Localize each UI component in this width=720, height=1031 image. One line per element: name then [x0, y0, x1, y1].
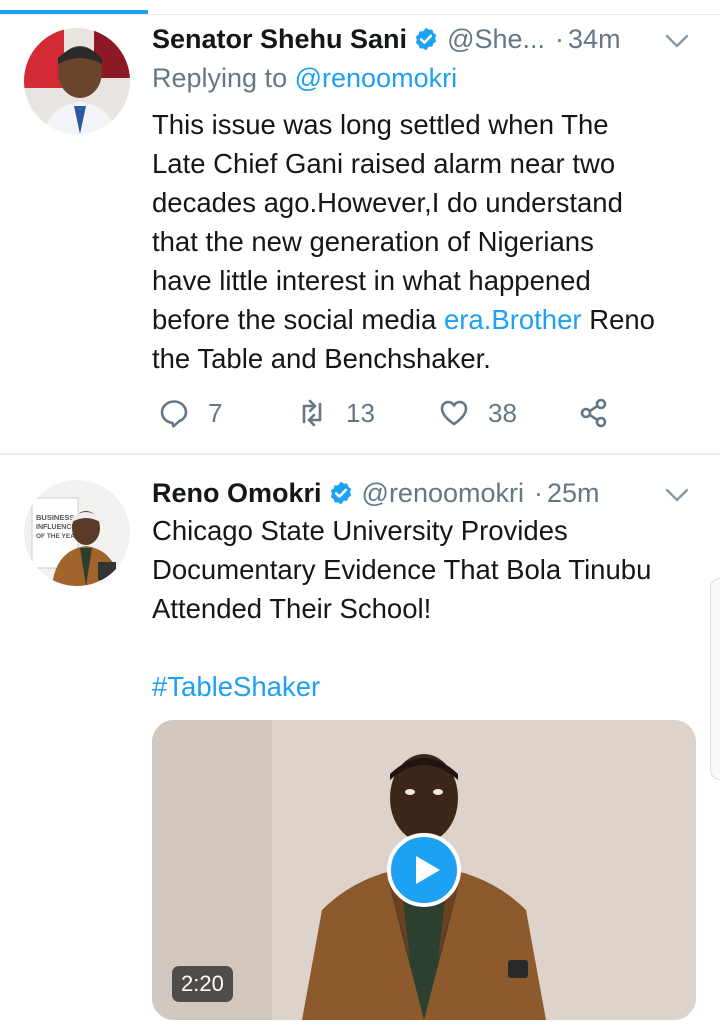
tweet-text-line: have little interest in what happened	[152, 265, 591, 296]
tweet-text: Chicago State University Provides Docume…	[152, 511, 700, 706]
verified-badge-icon	[413, 26, 439, 52]
author-handle[interactable]: @She...	[447, 24, 545, 55]
hashtag-link[interactable]: #TableShaker	[152, 667, 700, 706]
tweet-text-line: Late Chief Gani raised alarm near two	[152, 148, 616, 179]
separator-dot: ·	[555, 23, 565, 54]
reply-icon	[160, 400, 188, 428]
tweet-text-line: This issue was long settled when The	[152, 109, 609, 140]
author-name[interactable]: Senator Shehu Sani	[152, 24, 407, 55]
tweet-text-line: the Table and Benchshaker.	[152, 343, 491, 374]
verified-badge-icon	[328, 480, 354, 506]
author-handle[interactable]: @renoomokri	[362, 478, 524, 509]
retweet-button[interactable]: 13	[296, 397, 375, 429]
tweet-header: Senator Shehu Sani @She... · 34m	[152, 17, 690, 61]
replying-to-link[interactable]: @renoomokri	[295, 63, 457, 93]
like-icon	[440, 400, 468, 426]
tweet-card[interactable]: BUSINESS INFLUENCER OF THE YEAR Reno Omo…	[0, 455, 720, 1031]
timestamp[interactable]: 25m	[547, 478, 600, 509]
reply-button[interactable]: 7	[158, 397, 222, 429]
retweet-icon	[302, 399, 322, 427]
replying-to: Replying to @renoomokri	[152, 63, 457, 94]
inline-link[interactable]: era.Brother	[444, 304, 582, 335]
share-icon	[580, 398, 607, 428]
tweet-actions: 7 13 38	[152, 397, 672, 437]
retweet-count: 13	[346, 397, 375, 428]
avatar[interactable]: BUSINESS INFLUENCER OF THE YEAR	[24, 480, 130, 586]
share-button[interactable]	[578, 397, 610, 429]
video-player[interactable]: 2:20	[152, 720, 696, 1020]
tweet-text-line: decades ago.However,I do understand	[152, 187, 623, 218]
chevron-down-icon[interactable]	[664, 27, 690, 48]
tweet-text-line: Attended Their School!	[152, 593, 432, 624]
chevron-down-icon[interactable]	[664, 481, 690, 502]
like-count: 38	[488, 397, 517, 428]
tweet-text: This issue was long settled when The Lat…	[152, 105, 700, 378]
avatar[interactable]	[24, 28, 130, 134]
tweet-text-line: before the social media era.Brother Reno	[152, 300, 700, 339]
text-segment: before the social media	[152, 304, 444, 335]
tweet-text-line: Chicago State University Provides	[152, 515, 568, 546]
separator-dot: ·	[534, 477, 543, 508]
text-segment: Reno	[581, 304, 655, 335]
tweet-header: Reno Omokri @renoomokri · 25m	[152, 471, 690, 515]
tweet-card[interactable]: Senator Shehu Sani @She... · 34m Replyin…	[0, 15, 720, 455]
replying-label: Replying to	[152, 63, 288, 93]
play-icon[interactable]	[386, 832, 462, 908]
scroll-handle[interactable]	[710, 578, 720, 780]
tweet-text-line: Documentary Evidence That Bola Tinubu	[152, 554, 652, 585]
video-duration: 2:20	[172, 966, 233, 1002]
author-name[interactable]: Reno Omokri	[152, 478, 322, 509]
reply-count: 7	[208, 397, 223, 428]
like-button[interactable]: 38	[438, 397, 517, 429]
timestamp[interactable]: 34m	[568, 24, 621, 55]
avatar-poster-text: BUSINESS	[36, 513, 74, 522]
tweet-text-line: that the new generation of Nigerians	[152, 226, 594, 257]
